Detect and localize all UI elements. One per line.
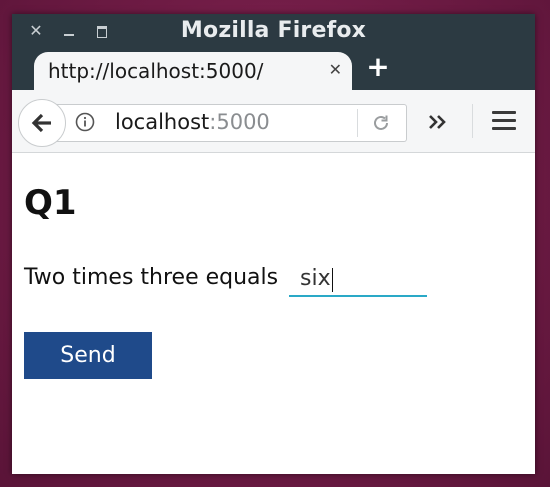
chevron-double-right-icon[interactable] xyxy=(426,110,450,134)
title-bar: ✕ Mozilla Firefox xyxy=(12,14,535,48)
tab-localhost[interactable]: http://localhost:5000/ ✕ xyxy=(34,52,352,90)
back-button[interactable] xyxy=(18,99,66,147)
tab-close-icon[interactable]: ✕ xyxy=(329,60,342,79)
question-label: Two times three equals xyxy=(24,265,279,290)
tab-title: http://localhost:5000/ xyxy=(48,59,264,83)
navigation-toolbar: localhost:5000 xyxy=(12,90,535,153)
send-button[interactable]: Send xyxy=(24,332,152,379)
url-port: :5000 xyxy=(209,110,270,134)
firefox-window: ✕ Mozilla Firefox http://localhost:5000/… xyxy=(12,14,535,474)
answer-input[interactable] xyxy=(289,261,427,297)
page-content: Q1 Two times three equals Send xyxy=(12,153,535,474)
new-tab-button[interactable]: + xyxy=(365,53,391,81)
back-arrow-icon xyxy=(31,113,51,133)
text-caret xyxy=(332,268,333,292)
url-host: localhost xyxy=(115,110,210,134)
info-icon[interactable] xyxy=(75,112,95,132)
toolbar-divider xyxy=(472,104,473,138)
tab-strip: http://localhost:5000/ ✕ + xyxy=(12,48,535,90)
url-divider xyxy=(357,109,358,137)
url-bar[interactable]: localhost:5000 xyxy=(52,104,407,142)
window-title: Mozilla Firefox xyxy=(180,18,367,43)
reload-icon[interactable] xyxy=(370,112,392,134)
hamburger-menu-icon[interactable] xyxy=(491,108,517,134)
url-text: localhost:5000 xyxy=(115,110,270,134)
page-title: Q1 xyxy=(24,183,77,223)
